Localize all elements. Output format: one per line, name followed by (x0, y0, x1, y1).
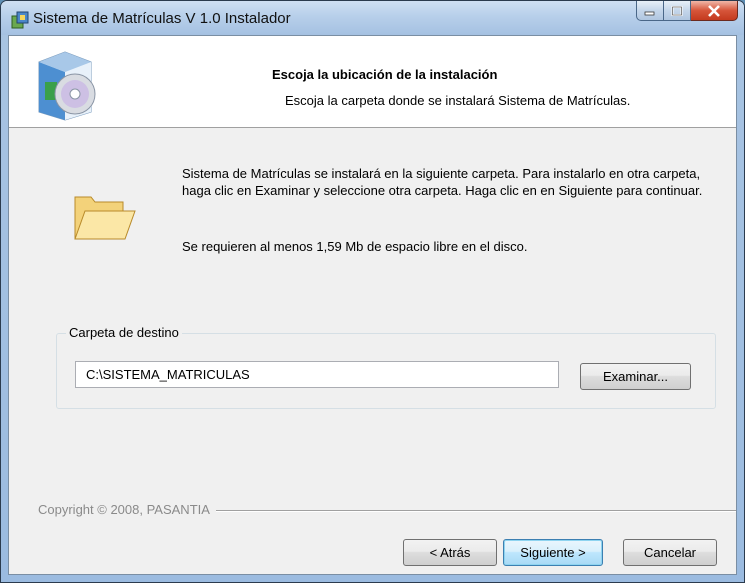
minimize-icon (644, 11, 655, 15)
caption-buttons (636, 1, 738, 23)
folder-icon (74, 196, 136, 240)
copyright-text: Copyright © 2008, PASANTIA (38, 502, 216, 517)
minimize-button[interactable] (636, 1, 664, 21)
close-icon (708, 4, 720, 17)
header-banner: Escoja la ubicación de la instalación Es… (9, 36, 736, 128)
page-subtitle: Escoja la carpeta donde se instalará Sis… (285, 93, 631, 108)
browse-button[interactable]: Examinar... (580, 363, 691, 390)
destination-group-label: Carpeta de destino (66, 325, 182, 340)
installer-window: Sistema de Matrículas V 1.0 Instalador E… (0, 0, 745, 583)
install-description: Sistema de Matrículas se instalará en la… (182, 166, 703, 198)
page-title: Escoja la ubicación de la instalación (272, 67, 498, 82)
installer-app-icon (11, 11, 29, 29)
back-button[interactable]: < Atrás (403, 539, 497, 566)
window-title: Sistema de Matrículas V 1.0 Instalador (33, 10, 291, 27)
destination-path-input[interactable]: C:\SISTEMA_MATRICULAS (75, 361, 559, 388)
installer-page: Escoja la ubicación de la instalación Es… (8, 35, 737, 575)
next-button[interactable]: Siguiente > (503, 539, 603, 566)
software-box-cd-icon (38, 51, 96, 121)
space-required-text: Se requieren al menos 1,59 Mb de espacio… (182, 239, 528, 254)
maximize-icon (671, 5, 683, 16)
title-bar[interactable]: Sistema de Matrículas V 1.0 Instalador (1, 1, 744, 35)
cancel-button[interactable]: Cancelar (623, 539, 717, 566)
close-button[interactable] (691, 1, 738, 21)
maximize-button[interactable] (664, 1, 691, 21)
